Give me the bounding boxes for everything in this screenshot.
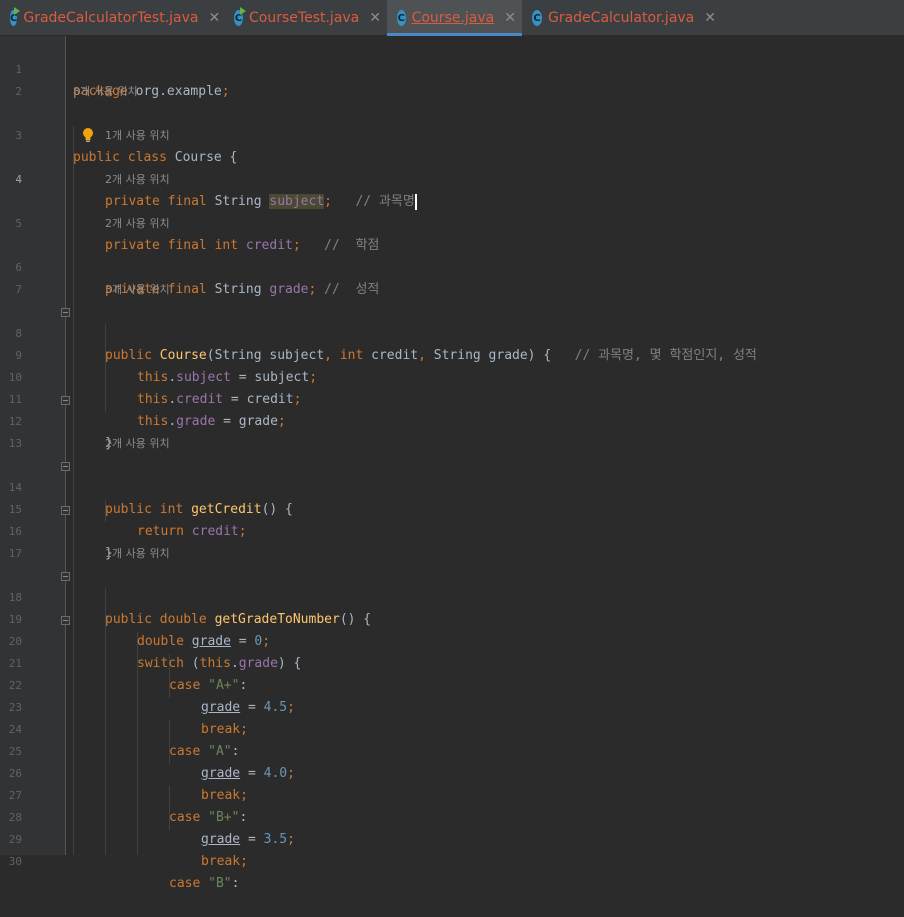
line-number: 5 [15,217,22,230]
code-line[interactable]: 8 public Course(String subject, int cred… [0,301,904,363]
fold-toggle-icon[interactable] [61,308,70,317]
code-line[interactable]: 2 [0,59,904,98]
code-line[interactable]: 20 switch (this.grade) { [0,609,904,671]
close-tab-icon[interactable]: ✕ [208,10,220,26]
java-class-icon: C [234,7,247,26]
tab-course-test[interactable]: C CourseTest.java ✕ [224,0,387,36]
usage-hint[interactable]: 3개 사용 위치 [105,279,170,301]
code-line[interactable]: 27 case "B+": [0,763,904,825]
code-line[interactable]: 21 case "A+": [0,631,904,693]
fold-toggle-icon[interactable] [61,616,70,625]
close-tab-icon[interactable]: ✕ [504,10,516,26]
run-marker-icon [240,7,247,15]
line-number: 30 [8,855,22,868]
line-number: 13 [8,437,22,450]
close-tab-icon[interactable]: ✕ [369,10,381,26]
code-line[interactable]: 13 [0,411,904,450]
code-line[interactable]: 6 private final String grade; // 성적 [0,235,904,297]
line-number: 7 [15,283,22,296]
line-number: 2 [15,85,22,98]
tab-label: Course.java [411,10,495,26]
code-line[interactable]: 18 public double getGradeToNumber() { [0,565,904,627]
java-class-icon: C [397,10,406,26]
usage-hint[interactable]: 2개 사용 위치 [105,433,170,455]
code-line[interactable]: 14 public int getCredit() { [0,455,904,517]
code-line[interactable]: 7 [0,257,904,296]
tab-label: CourseTest.java [249,10,360,26]
code-line[interactable]: 29 break; [0,807,904,869]
code-text: case "B": [169,876,240,891]
line-number: 4 [15,173,22,186]
code-line[interactable]: 26 break; [0,741,904,803]
code-line[interactable]: 4 private final String subject; // 과목명 [0,147,904,210]
tab-grade-calculator[interactable]: C GradeCalculator.java ✕ [522,0,722,36]
code-line[interactable]: 28 grade = 3.5; [0,785,904,847]
usage-hint[interactable]: 8개 사용 위치 [73,81,138,103]
code-line[interactable]: 24 case "A": [0,697,904,759]
fold-toggle-icon[interactable] [61,506,70,515]
tab-label: GradeCalculator.java [547,10,695,26]
fold-toggle-icon[interactable] [61,462,70,471]
lightbulb-icon[interactable] [82,127,94,143]
code-line[interactable]: 30 case "B": [0,829,904,891]
tab-grade-calculator-test[interactable]: C GradeCalculatorTest.java ✕ [0,0,224,36]
code-text: break; [201,854,248,869]
code-line[interactable]: 1 package org.example; [0,37,904,99]
run-marker-icon [14,7,21,15]
code-line[interactable]: 10 this.credit = credit; [0,345,904,407]
line-number: 3 [15,129,22,142]
close-tab-icon[interactable]: ✕ [704,10,716,26]
code-line[interactable]: 17 [0,521,904,560]
code-line[interactable]: 16 } [0,499,904,561]
code-line[interactable]: 25 grade = 4.0; [0,719,904,781]
usage-hint[interactable]: 1개 사용 위치 [105,125,170,147]
line-number: 17 [8,547,22,560]
fold-toggle-icon[interactable] [61,572,70,581]
tab-course[interactable]: C Course.java ✕ [387,0,522,36]
code-line[interactable]: 3 public class Course { [0,103,904,165]
code-line[interactable]: 22 grade = 4.5; [0,653,904,715]
fold-toggle-icon[interactable] [61,396,70,405]
tab-label: GradeCalculatorTest.java [23,10,199,26]
code-line[interactable]: 9 this.subject = subject; [0,323,904,385]
code-line[interactable]: 11 this.grade = grade; [0,367,904,429]
code-editor[interactable]: 1 package org.example; 2 8개 사용 위치 3 publ… [0,36,904,891]
code-line[interactable]: 19 double grade = 0; [0,587,904,649]
java-class-icon: C [10,7,21,26]
java-class-icon: C [532,10,542,26]
usage-hint[interactable]: 1개 사용 위치 [105,543,170,565]
code-line[interactable]: 15 return credit; [0,477,904,539]
usage-hint[interactable]: 2개 사용 위치 [105,169,170,191]
code-line[interactable]: 5 private final int credit; // 학점 [0,191,904,253]
code-line[interactable]: 23 break; [0,675,904,737]
usage-hint[interactable]: 2개 사용 위치 [105,213,170,235]
editor-tab-bar: C GradeCalculatorTest.java ✕ C CourseTes… [0,0,904,36]
code-line[interactable]: 12 } [0,389,904,451]
